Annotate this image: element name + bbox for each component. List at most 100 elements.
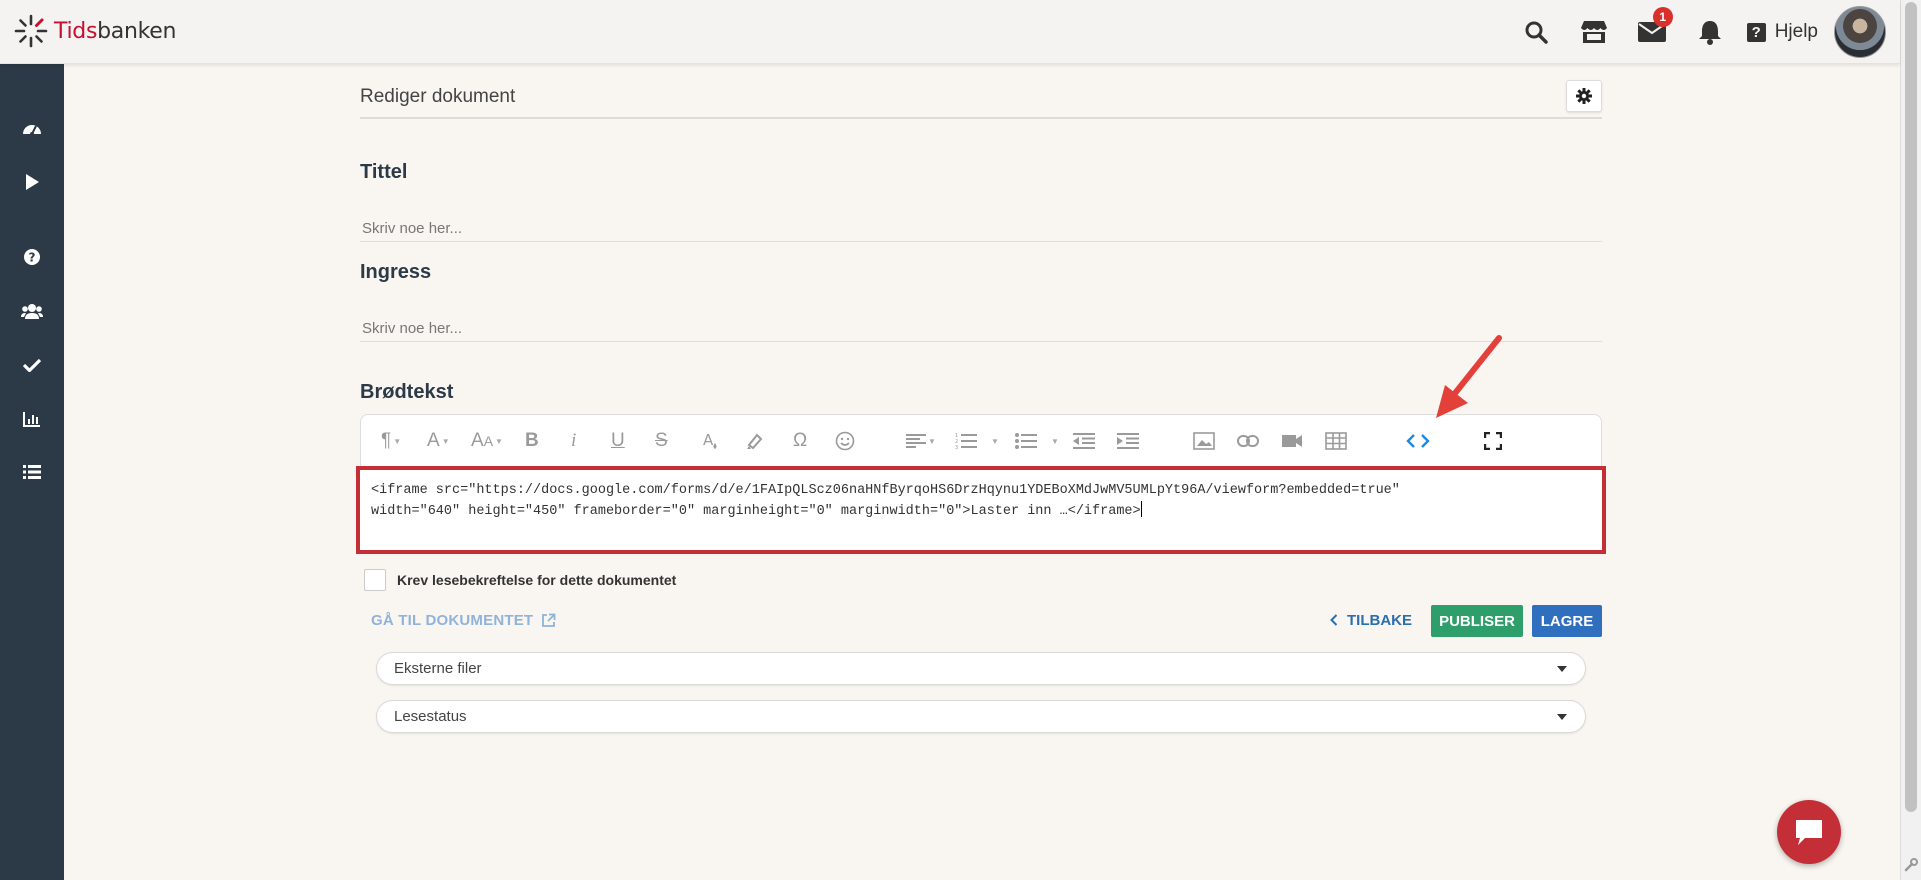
insert-image-button[interactable] [1193,429,1215,453]
paragraph-format-button[interactable]: ¶ ▼ [381,429,401,453]
svg-text:3: 3 [955,445,958,449]
sidebar-item-users[interactable] [0,289,64,333]
insert-image-icon [1193,432,1215,450]
special-characters-button[interactable]: Ω [793,429,807,453]
chart-icon [23,412,40,427]
search-icon [1525,21,1548,44]
italic-button[interactable]: i [571,429,576,453]
insert-table-icon [1325,432,1347,450]
insert-video-button[interactable] [1281,429,1303,453]
external-files-label: Eksterne filer [394,660,482,677]
intro-label: Ingress [360,261,432,283]
goto-document-label: GÅ TIL DOKUMENTET [371,612,534,629]
font-size-button[interactable]: AA ▼ [471,429,503,453]
bell-icon [1698,21,1721,45]
insert-link-icon [1237,435,1259,447]
dashboard-icon [23,125,41,136]
emoticons-icon [835,431,855,451]
messages-badge: 1 [1652,7,1673,27]
strikethrough-button[interactable]: S [655,429,668,453]
save-button[interactable]: LAGRE [1532,605,1602,637]
fullscreen-button[interactable] [1484,429,1502,453]
store-icon [1580,21,1607,43]
unordered-list-button[interactable]: ▼ [1015,429,1059,453]
indent-icon [1117,433,1139,449]
code-view-icon [1406,434,1430,448]
list-icon [23,465,41,479]
chat-button[interactable] [1777,800,1841,864]
sidebar-item-help[interactable]: ? [0,235,64,279]
paragraph-format-icon: ¶ [381,430,392,451]
title-input[interactable] [360,216,1602,242]
tidsbanken-logo-icon [14,14,48,48]
messages-button[interactable]: 1 [1623,0,1681,64]
back-button[interactable]: TILBAKE [1330,604,1412,636]
align-button[interactable]: ▼ [906,429,936,453]
insert-link-button[interactable] [1237,429,1259,453]
sidebar-item-play[interactable] [0,160,64,204]
strikethrough-icon: S [655,430,668,451]
indent-button[interactable] [1117,429,1139,453]
top-icons: 1 ? Hjelp [1507,0,1900,64]
font-size-icon: AA [471,430,494,451]
sidebar-item-approvals[interactable] [0,343,64,387]
store-button[interactable] [1565,0,1623,64]
read-status-label: Lesestatus [394,708,467,725]
svg-text:A: A [703,431,714,449]
page-scrollbar[interactable] [1900,0,1921,880]
code-line-1: <iframe src="https://docs.google.com/for… [371,483,1400,498]
fullscreen-icon [1484,432,1502,450]
goto-document-link[interactable]: GÅ TIL DOKUMENTET [371,612,556,629]
code-view-button[interactable] [1406,429,1430,453]
back-label: TILBAKE [1347,611,1412,629]
sidebar-item-dashboard[interactable] [0,106,64,150]
bold-button[interactable]: B [525,429,539,453]
sidebar: ? [0,64,64,880]
underline-button[interactable]: U [611,429,625,453]
font-family-button[interactable]: A ▼ [427,429,450,453]
scrollbar-thumb[interactable] [1905,2,1917,812]
document-header: Rediger dokument [360,64,1602,119]
logo[interactable]: Tidsbanken [14,14,176,48]
read-confirm-label: Krev lesebekreftelse for dette dokumente… [397,572,677,588]
read-confirm-checkbox[interactable] [364,569,386,591]
emoticons-button[interactable] [835,429,855,453]
publish-button[interactable]: PUBLISER [1431,605,1523,637]
sidebar-item-list[interactable] [0,450,64,494]
settings-button[interactable] [1566,80,1602,112]
body-label: Brødtekst [360,381,454,403]
text-cursor [1140,501,1142,517]
title-label: Tittel [360,161,408,183]
external-link-icon [542,613,556,627]
html-code-editor[interactable]: <iframe src="https://docs.google.com/for… [356,466,1606,554]
sidebar-item-reports[interactable] [0,397,64,441]
bold-icon: B [525,430,539,451]
outdent-button[interactable] [1073,429,1095,453]
check-icon [23,358,41,372]
ordered-list-button[interactable]: 1 2 3 ▼ [955,429,999,453]
outdent-icon [1073,433,1095,449]
intro-input[interactable] [360,316,1602,342]
svg-text:?: ? [29,251,36,265]
logo-text: Tidsbanken [54,18,177,44]
underline-icon: U [611,430,625,451]
caret-down-icon [1557,666,1567,672]
notifications-button[interactable] [1681,0,1739,64]
users-icon [21,304,43,319]
highlight-button[interactable] [745,429,765,453]
font-family-icon: A [427,430,440,451]
external-files-dropdown[interactable]: Eksterne filer [376,652,1586,685]
align-icon [906,434,926,448]
avatar[interactable] [1834,6,1886,58]
text-color-button[interactable]: A [701,429,719,453]
play-icon [26,174,39,190]
insert-table-button[interactable] [1325,429,1347,453]
top-bar: Tidsbanken 1 ? Hjelp [0,0,1900,64]
search-button[interactable] [1507,0,1565,64]
ordered-list-icon: 123 [955,433,977,449]
read-confirm-row: Krev lesebekreftelse for dette dokumente… [364,569,676,591]
editor-toolbar: ¶ ▼ A ▼ AA ▼ B i U S A Ω ▼ 1 2 3 ▼ ▼ [360,414,1602,466]
read-status-dropdown[interactable]: Lesestatus [376,700,1586,733]
help-link[interactable]: ? Hjelp [1739,0,1830,64]
insert-video-icon [1282,435,1302,447]
